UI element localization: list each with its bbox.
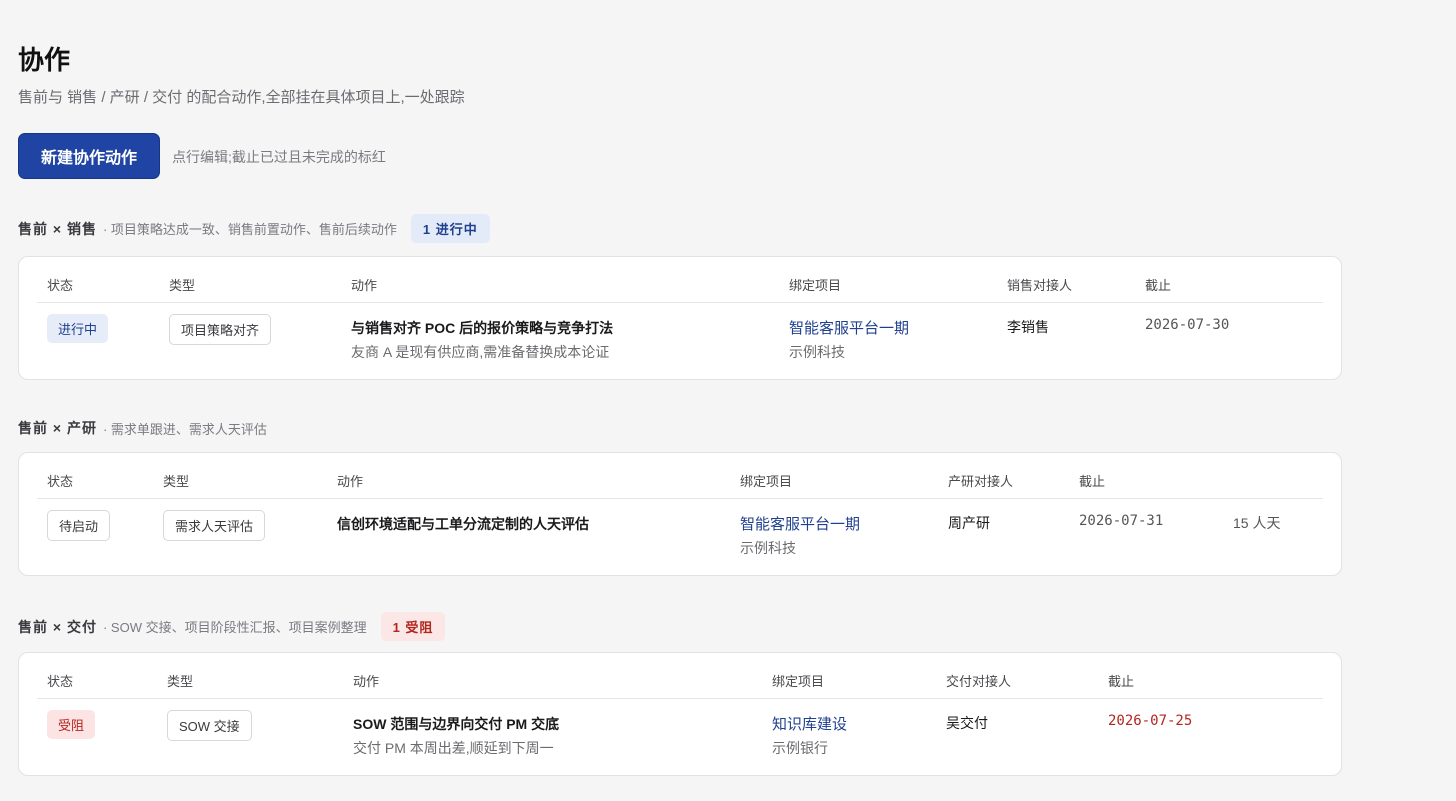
- col-type: 类型: [169, 278, 196, 293]
- table-row[interactable]: 受阻 SOW 交接 SOW 范围与边界向交付 PM 交底 交付 PM 本周出差,…: [19, 699, 1341, 775]
- page-title: 协作: [18, 46, 71, 76]
- col-contact: 产研对接人: [948, 474, 1014, 489]
- action-note: 交付 PM 本周出差,顺延到下周一: [353, 740, 554, 756]
- section-header-sales: 售前 × 销售 · 项目策略达成一致、销售前置动作、售前后续动作 1 进行中: [18, 214, 490, 243]
- col-action: 动作: [337, 474, 364, 489]
- section-header-rd: 售前 × 产研 · 需求单跟进、需求人天评估: [18, 418, 267, 438]
- table-header: 状态 类型 动作 绑定项目 交付对接人 截止: [37, 653, 1323, 699]
- section-team: 售前 × 交付: [18, 618, 97, 635]
- col-project: 绑定项目: [772, 674, 825, 689]
- action-note: 友商 A 是现有供应商,需准备替换成本论证: [351, 344, 610, 360]
- col-type: 类型: [163, 474, 190, 489]
- col-project: 绑定项目: [740, 474, 793, 489]
- table-header: 状态 类型 动作 绑定项目 销售对接人 截止: [37, 257, 1323, 303]
- due-date: 2026-07-31: [1079, 513, 1164, 529]
- edit-hint: 点行编辑;截止已过且未完成的标红: [172, 149, 386, 165]
- project-client: 示例银行: [772, 740, 828, 756]
- section-desc: · 项目策略达成一致、销售前置动作、售前后续动作: [102, 222, 397, 237]
- action-title: 与销售对齐 POC 后的报价策略与竞争打法: [351, 320, 614, 336]
- delivery-collab-table: 状态 类型 动作 绑定项目 交付对接人 截止 受阻 SOW 交接 SOW 范围与…: [18, 652, 1342, 776]
- status-badge: 待启动: [47, 510, 111, 541]
- action-title: SOW 范围与边界向交付 PM 交底: [353, 716, 560, 732]
- project-client: 示例科技: [740, 540, 796, 556]
- section-team: 售前 × 产研: [18, 420, 97, 436]
- new-collab-action-button[interactable]: 新建协作动作: [18, 133, 160, 179]
- action-title: 信创环境适配与工单分流定制的人天评估: [337, 516, 589, 532]
- col-status: 状态: [47, 474, 74, 489]
- section-header-delivery: 售前 × 交付 · SOW 交接、项目阶段性汇报、项目案例整理 1 受阻: [18, 612, 446, 641]
- status-badge: 受阻: [47, 710, 96, 739]
- col-action: 动作: [353, 674, 380, 689]
- col-status: 状态: [47, 278, 74, 293]
- blocked-count-badge: 1 受阻: [380, 612, 446, 641]
- table-header: 状态 类型 动作 绑定项目 产研对接人 截止: [37, 453, 1323, 499]
- col-due: 截止: [1145, 278, 1172, 293]
- sales-collab-table: 状态 类型 动作 绑定项目 销售对接人 截止 进行中 项目策略对齐 与销售对齐 …: [18, 256, 1342, 380]
- project-link[interactable]: 知识库建设: [772, 713, 847, 734]
- type-tag: 需求人天评估: [163, 510, 266, 541]
- type-tag: SOW 交接: [167, 710, 252, 741]
- section-desc: · 需求单跟进、需求人天评估: [102, 421, 267, 437]
- col-project: 绑定项目: [789, 278, 842, 293]
- project-link[interactable]: 智能客服平台一期: [789, 317, 909, 338]
- in-progress-count-badge: 1 进行中: [410, 214, 490, 243]
- col-type: 类型: [167, 674, 194, 689]
- col-action: 动作: [351, 278, 378, 293]
- contact-name: 吴交付: [946, 715, 988, 731]
- due-date: 2026-07-30: [1145, 317, 1230, 333]
- contact-name: 周产研: [948, 515, 990, 531]
- due-date-overdue: 2026-07-25: [1108, 713, 1193, 729]
- table-row[interactable]: 待启动 需求人天评估 信创环境适配与工单分流定制的人天评估 智能客服平台一期 示…: [19, 499, 1341, 575]
- table-row[interactable]: 进行中 项目策略对齐 与销售对齐 POC 后的报价策略与竞争打法 友商 A 是现…: [19, 303, 1341, 379]
- col-status: 状态: [47, 674, 74, 689]
- col-contact: 交付对接人: [946, 674, 1012, 689]
- contact-name: 李销售: [1007, 319, 1049, 335]
- section-desc: · SOW 交接、项目阶段性汇报、项目案例整理: [102, 620, 367, 635]
- rd-collab-table: 状态 类型 动作 绑定项目 产研对接人 截止 待启动 需求人天评估 信创环境适配…: [18, 452, 1342, 576]
- col-due: 截止: [1108, 674, 1135, 689]
- col-due: 截止: [1079, 474, 1106, 489]
- effort-estimate: 15 人天: [1233, 515, 1281, 531]
- section-team: 售前 × 销售: [18, 220, 97, 237]
- type-tag: 项目策略对齐: [169, 314, 272, 345]
- page-subtitle: 售前与 销售 / 产研 / 交付 的配合动作,全部挂在具体项目上,一处跟踪: [18, 89, 465, 106]
- col-contact: 销售对接人: [1007, 278, 1073, 293]
- project-link[interactable]: 智能客服平台一期: [740, 513, 860, 534]
- project-client: 示例科技: [789, 344, 845, 360]
- status-badge: 进行中: [47, 314, 109, 343]
